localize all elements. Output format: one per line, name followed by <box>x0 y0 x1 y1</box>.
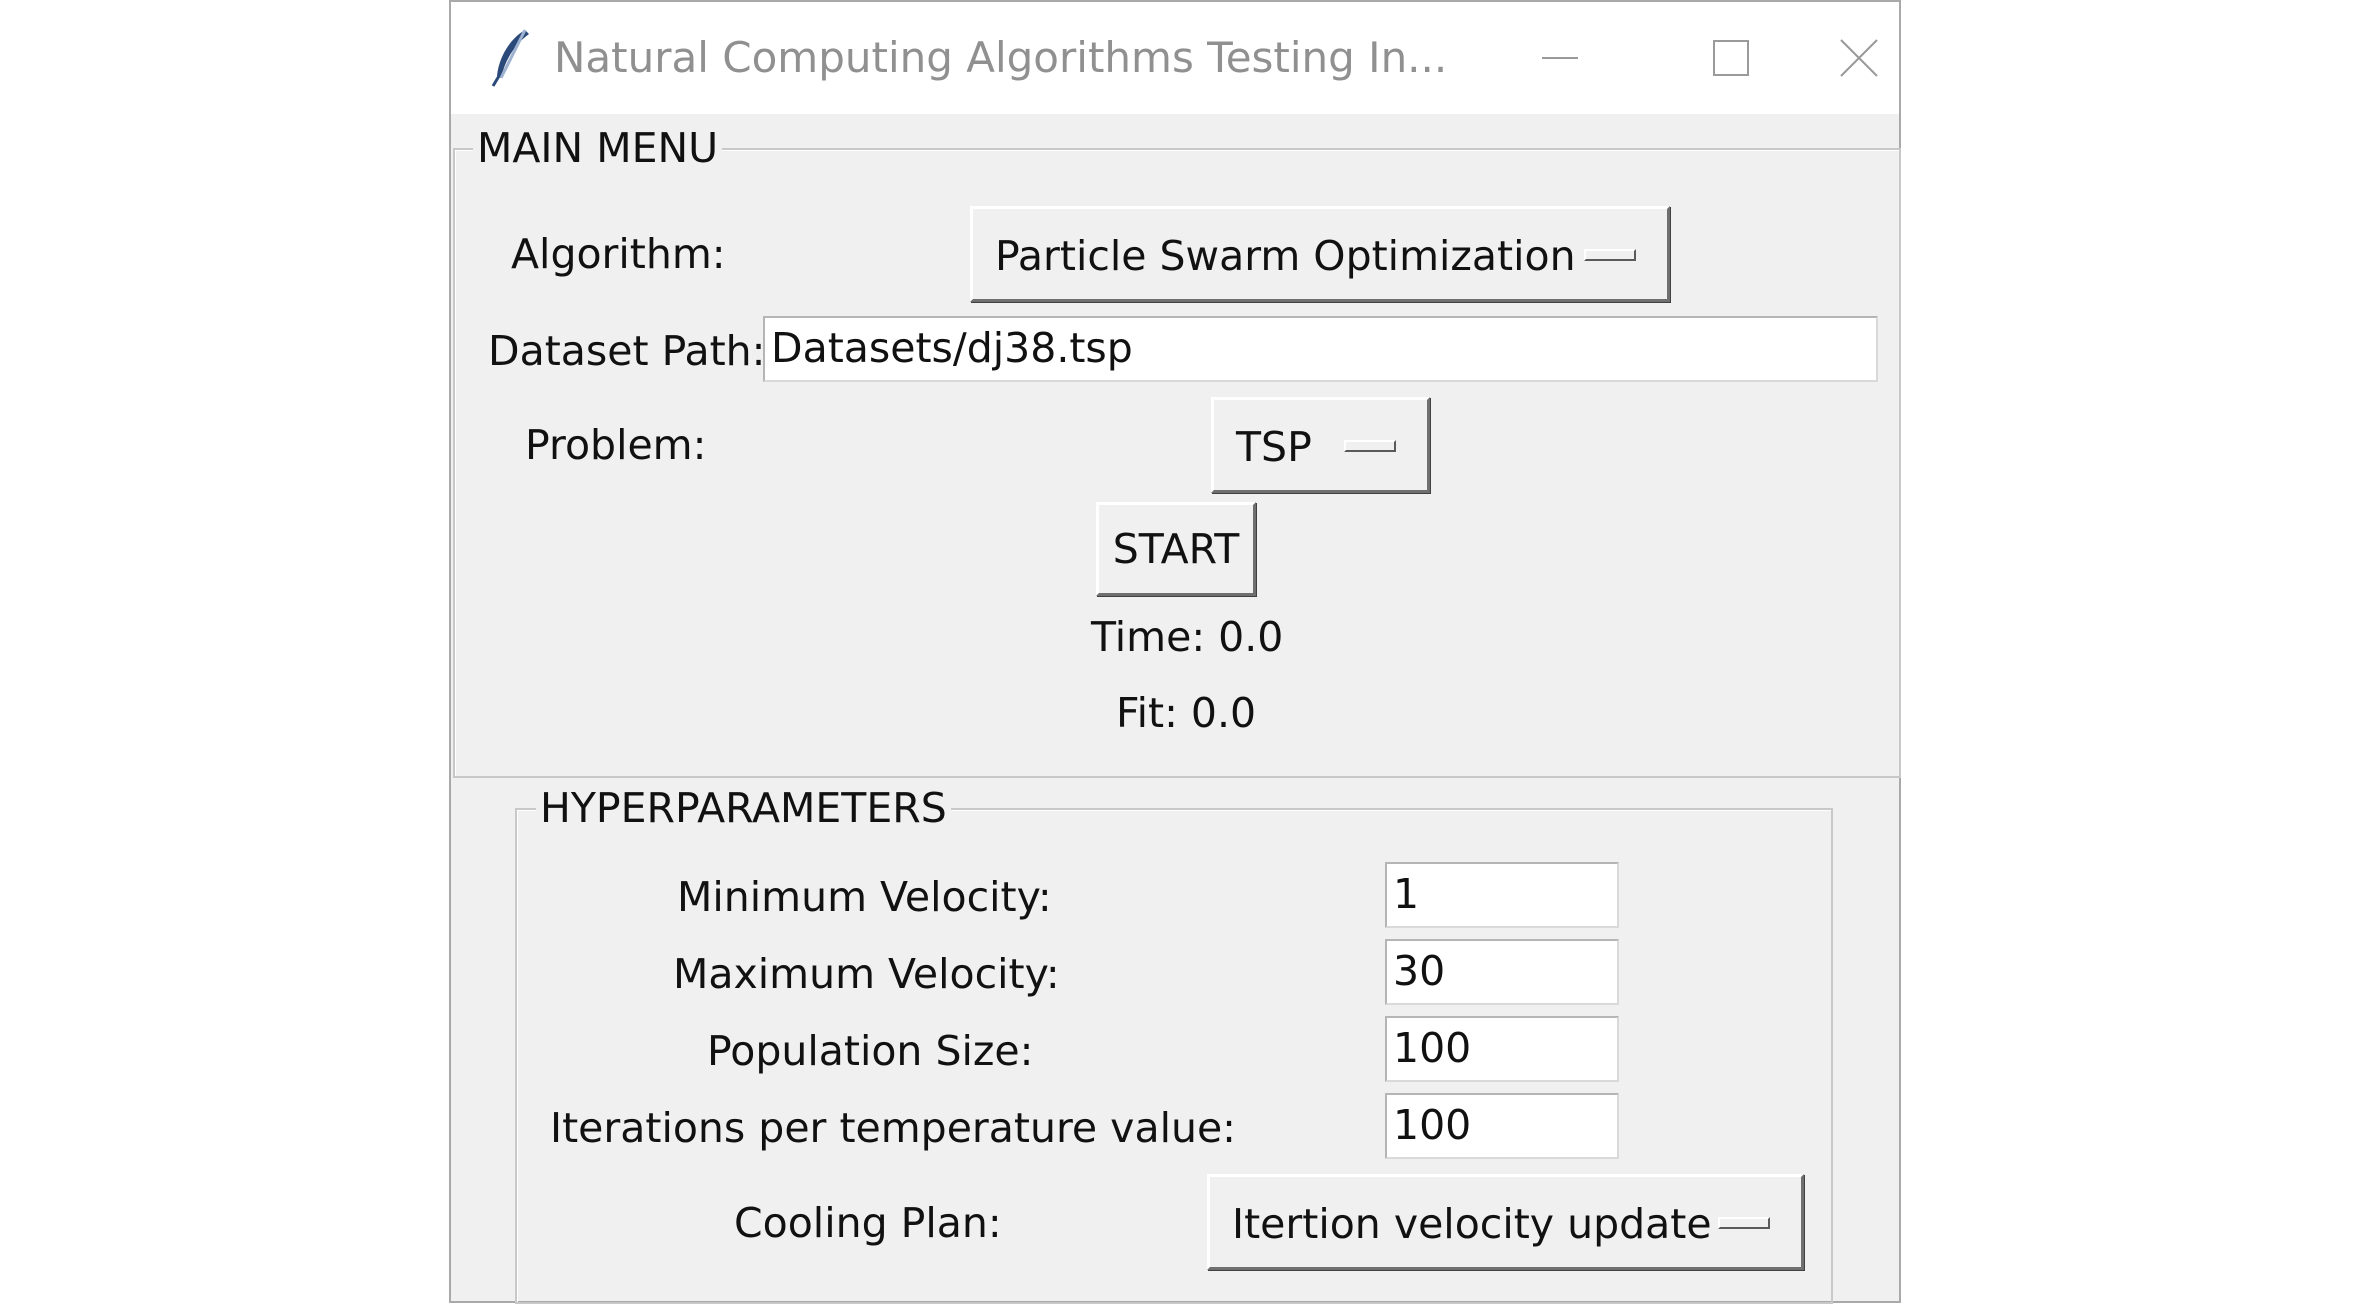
minimize-icon <box>1542 57 1578 59</box>
main-menu-legend: MAIN MENU <box>473 123 723 173</box>
cooling-plan-label: Cooling Plan: <box>734 1199 1002 1247</box>
hyperparameters-legend: HYPERPARAMETERS <box>536 783 951 833</box>
title-bar[interactable]: Natural Computing Algorithms Testing In.… <box>451 2 1899 114</box>
dataset-path-input[interactable]: Datasets/dj38.tsp <box>763 316 1878 382</box>
dropdown-indicator-icon <box>1718 1217 1770 1229</box>
dropdown-indicator-icon <box>1584 249 1636 261</box>
dropdown-indicator-icon <box>1344 440 1396 452</box>
time-readout: Time: 0.0 <box>1091 613 1284 661</box>
algorithm-select[interactable]: Particle Swarm Optimization <box>970 206 1670 302</box>
maximize-button[interactable] <box>1646 2 1816 114</box>
app-window: Natural Computing Algorithms Testing In.… <box>449 0 1901 1304</box>
problem-select-value: TSP <box>1236 423 1312 471</box>
max-velocity-label: Maximum Velocity: <box>673 950 1060 998</box>
algorithm-select-value: Particle Swarm Optimization <box>995 232 1576 280</box>
algorithm-label: Algorithm: <box>511 230 726 278</box>
iterations-label: Iterations per temperature value: <box>550 1104 1236 1152</box>
problem-select[interactable]: TSP <box>1211 397 1430 493</box>
max-velocity-input[interactable]: 30 <box>1385 939 1619 1005</box>
fit-readout: Fit: 0.0 <box>1116 689 1257 737</box>
problem-label: Problem: <box>525 421 707 469</box>
maximize-icon <box>1713 40 1749 76</box>
min-velocity-input[interactable]: 1 <box>1385 862 1619 928</box>
minimize-button[interactable] <box>1475 2 1645 114</box>
min-velocity-label: Minimum Velocity: <box>677 873 1052 921</box>
cooling-plan-select-value: Itertion velocity update <box>1232 1200 1712 1248</box>
close-button[interactable] <box>1817 2 1901 114</box>
feather-icon <box>491 29 529 87</box>
close-icon <box>1840 39 1878 77</box>
population-size-input[interactable]: 100 <box>1385 1016 1619 1082</box>
cooling-plan-select[interactable]: Itertion velocity update <box>1207 1174 1804 1270</box>
dataset-path-label: Dataset Path: <box>488 327 766 375</box>
iterations-input[interactable]: 100 <box>1385 1093 1619 1159</box>
window-title: Natural Computing Algorithms Testing In.… <box>554 33 1448 82</box>
start-button[interactable]: START <box>1096 502 1256 596</box>
population-size-label: Population Size: <box>707 1027 1034 1075</box>
